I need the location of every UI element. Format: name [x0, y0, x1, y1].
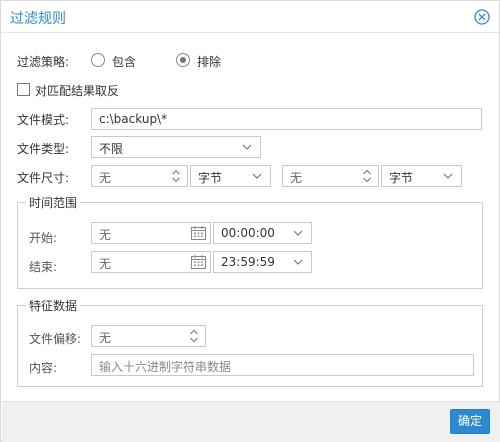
file-type-value: 不限 — [99, 142, 124, 156]
start-label: 开始: — [29, 231, 58, 245]
content-input[interactable]: 输入十六进制字符串数据 — [91, 354, 474, 376]
offset-input[interactable]: 无 — [91, 325, 206, 347]
dialog-title: 过滤规则 — [10, 11, 66, 27]
radio-include[interactable] — [91, 53, 105, 67]
chevron-down-icon — [252, 173, 262, 179]
file-type-label: 文件类型: — [17, 142, 70, 156]
signature-title: 特征数据 — [26, 297, 81, 314]
file-size-max-unit: 字节 — [389, 171, 414, 185]
start-date-value: 无 — [99, 228, 112, 242]
file-size-min-value: 无 — [99, 171, 112, 185]
file-size-min-unit-select[interactable]: 字节 — [190, 165, 271, 187]
close-icon[interactable] — [474, 9, 490, 25]
file-size-min-input[interactable]: 无 — [91, 165, 188, 187]
invert-checkbox[interactable] — [17, 83, 30, 96]
start-date-input[interactable]: 无 — [91, 222, 211, 244]
start-time-select[interactable]: 00:00:00 — [213, 222, 312, 244]
spinner-arrows-icon[interactable] — [171, 168, 181, 184]
chevron-down-icon — [293, 259, 303, 265]
file-size-max-unit-select[interactable]: 字节 — [381, 165, 462, 187]
radio-exclude[interactable] — [176, 53, 190, 67]
offset-label: 文件偏移: — [29, 332, 82, 346]
calendar-icon[interactable] — [190, 254, 207, 270]
end-label: 结束: — [29, 260, 58, 274]
content-placeholder: 输入十六进制字符串数据 — [99, 360, 232, 374]
file-size-max-input[interactable]: 无 — [282, 165, 379, 187]
end-time-value: 23:59:59 — [221, 255, 275, 269]
start-time-value: 00:00:00 — [221, 226, 275, 240]
end-date-value: 无 — [99, 257, 112, 271]
file-pattern-value: c:\backup\* — [99, 112, 168, 126]
file-size-label: 文件尺寸: — [17, 171, 70, 185]
end-date-input[interactable]: 无 — [91, 251, 211, 273]
radio-include-label[interactable]: 包含 — [112, 53, 136, 70]
chevron-down-icon — [242, 144, 252, 150]
calendar-icon[interactable] — [190, 225, 207, 241]
chevron-down-icon — [443, 173, 453, 179]
ok-button[interactable]: 确定 — [450, 409, 490, 434]
spinner-arrows-icon[interactable] — [189, 328, 199, 344]
filter-rule-dialog: 过滤规则 过滤策略: 包含 排除 对匹配结果取反 文件模式: c:\backup… — [0, 0, 500, 442]
strategy-label: 过滤策略: — [17, 55, 70, 69]
file-size-max-value: 无 — [290, 171, 303, 185]
file-size-min-unit: 字节 — [198, 171, 223, 185]
file-pattern-input[interactable]: c:\backup\* — [91, 108, 482, 130]
file-type-select[interactable]: 不限 — [91, 136, 261, 158]
chevron-down-icon — [293, 230, 303, 236]
content-label: 内容: — [29, 361, 58, 375]
file-pattern-label: 文件模式: — [17, 113, 70, 127]
time-range-group — [17, 202, 483, 289]
dialog-titlebar: 过滤规则 — [1, 1, 499, 33]
radio-exclude-label[interactable]: 排除 — [197, 53, 221, 70]
time-range-title: 时间范围 — [26, 194, 81, 211]
offset-value: 无 — [99, 331, 112, 345]
end-time-select[interactable]: 23:59:59 — [213, 251, 312, 273]
spinner-arrows-icon[interactable] — [362, 168, 372, 184]
dialog-footer: 确定 — [2, 401, 500, 442]
invert-label[interactable]: 对匹配结果取反 — [35, 82, 119, 99]
